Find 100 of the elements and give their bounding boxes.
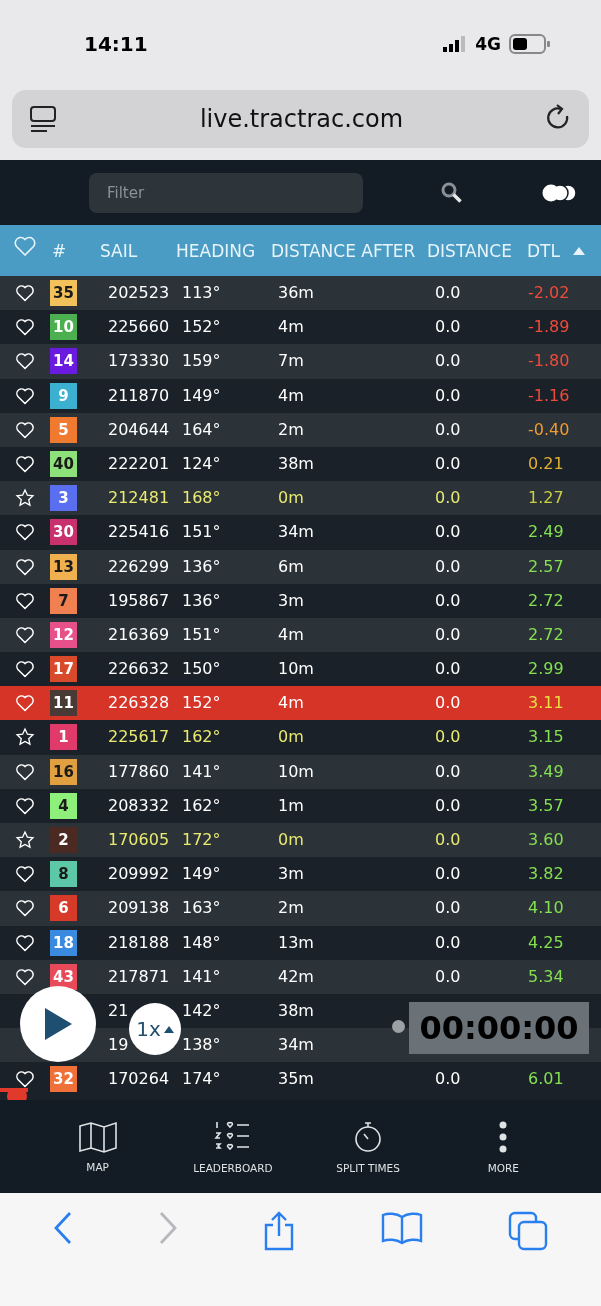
table-row[interactable]: 43 217871 141° 42m 0.0 5.34 bbox=[0, 959, 601, 994]
table-row[interactable]: 11 226328 152° 4m 0.0 3.11 bbox=[0, 686, 601, 721]
heading-value: 148° bbox=[182, 932, 221, 952]
network-label: 4G bbox=[475, 34, 501, 54]
distance-after-value: 2m bbox=[278, 898, 304, 918]
distance-value: 0.0 bbox=[435, 898, 461, 918]
heading-value: 150° bbox=[182, 659, 221, 679]
dtl-value: 2.72 bbox=[528, 590, 564, 610]
sail-number: 170605 bbox=[108, 830, 170, 849]
sail-number: 225416 bbox=[108, 522, 170, 542]
heart-icon[interactable] bbox=[15, 522, 35, 543]
play-icon bbox=[43, 1007, 73, 1041]
dtl-value: 4.10 bbox=[528, 898, 564, 918]
star-icon[interactable] bbox=[15, 488, 35, 509]
filter-field[interactable]: Filter bbox=[89, 172, 363, 213]
heading-value: 141° bbox=[182, 966, 221, 986]
sail-number: 170264 bbox=[108, 1069, 170, 1089]
sail-number: 211870 bbox=[108, 385, 170, 405]
distance-value: 0.0 bbox=[435, 590, 461, 610]
distance-value: 0.0 bbox=[435, 488, 461, 508]
table-row[interactable]: 16 177860 141° 10m 0.0 3.49 bbox=[0, 754, 601, 789]
table-row[interactable]: 14 173330 159° 7m 0.0 -1.80 bbox=[0, 344, 601, 379]
heart-icon[interactable] bbox=[15, 966, 35, 987]
dtl-value: 1.27 bbox=[528, 488, 564, 508]
table-row[interactable]: 35 202523 113° 36m 0.0 -2.02 bbox=[0, 276, 601, 311]
heart-icon[interactable] bbox=[15, 590, 35, 611]
distance-value: 0.0 bbox=[435, 659, 461, 679]
distance-value: 0.0 bbox=[435, 624, 461, 644]
nav-tab[interactable]: MORE bbox=[448, 1118, 559, 1175]
distance-value: 0.0 bbox=[435, 932, 461, 952]
heading-value: 136° bbox=[182, 556, 221, 576]
heart-icon[interactable] bbox=[15, 556, 35, 577]
table-row[interactable]: 5 204644 164° 2m 0.0 -0.40 bbox=[0, 412, 601, 447]
sail-number: 195867 bbox=[108, 590, 170, 610]
heart-icon[interactable] bbox=[15, 453, 35, 474]
boat-number: 2 bbox=[50, 827, 77, 853]
table-row[interactable]: 2 170605 172° 0m 0.0 3.60 bbox=[0, 823, 601, 858]
address-bar[interactable]: live.tractrac.com bbox=[12, 90, 589, 148]
boat-number: 5 bbox=[50, 416, 77, 443]
heart-icon[interactable] bbox=[15, 317, 35, 338]
dtl-value: 3.11 bbox=[528, 693, 564, 713]
heading-value: 152° bbox=[182, 693, 221, 713]
table-row[interactable]: 6 209138 163° 2m 0.0 4.10 bbox=[0, 891, 601, 926]
heart-icon[interactable] bbox=[15, 898, 35, 919]
heading-value: 136° bbox=[182, 590, 221, 610]
boat-number: 16 bbox=[50, 758, 77, 785]
heading-value: 149° bbox=[182, 864, 221, 884]
star-icon[interactable] bbox=[15, 727, 35, 748]
distance-value: 0.0 bbox=[435, 283, 461, 302]
dtl-value: -1.80 bbox=[528, 351, 570, 371]
heart-icon[interactable] bbox=[15, 795, 35, 816]
distance-value: 0.0 bbox=[435, 795, 461, 815]
distance-after-value: 4m bbox=[278, 317, 304, 337]
heart-icon[interactable] bbox=[15, 351, 35, 372]
map-icon bbox=[77, 1120, 118, 1153]
dtl-value: 2.49 bbox=[528, 522, 564, 542]
dtl-value: 3.82 bbox=[528, 864, 564, 884]
heading-value: 141° bbox=[182, 761, 221, 781]
nav-tab[interactable]: LEADERBOARD bbox=[177, 1118, 288, 1175]
heart-icon[interactable] bbox=[15, 761, 35, 782]
status-time: 14:11 bbox=[84, 32, 148, 56]
distance-value: 0.0 bbox=[435, 830, 461, 849]
toggle-dots-icon[interactable] bbox=[541, 182, 577, 203]
search-icon[interactable] bbox=[441, 181, 463, 204]
heart-icon[interactable] bbox=[15, 624, 35, 645]
table-row[interactable]: 3 212481 168° 0m 0.0 1.27 bbox=[0, 481, 601, 516]
boat-number: 11 bbox=[50, 690, 77, 717]
distance-after-value: 35m bbox=[278, 1069, 314, 1089]
dtl-value: -2.02 bbox=[528, 283, 570, 302]
dtl-value: 6.01 bbox=[528, 1069, 564, 1089]
heart-icon[interactable] bbox=[15, 659, 35, 680]
table-row[interactable]: 12 216369 151° 4m 0.0 2.72 bbox=[0, 617, 601, 653]
boat-number: 1 bbox=[50, 724, 77, 751]
boat-number: 18 bbox=[50, 929, 77, 956]
boat-number: 7 bbox=[50, 587, 77, 614]
race-clock: 00:00:00 bbox=[409, 1002, 589, 1054]
sail-number: 19 bbox=[108, 1035, 129, 1055]
sail-number: 173330 bbox=[108, 351, 170, 371]
nav-tab[interactable]: SPLIT TIMES bbox=[313, 1118, 424, 1175]
heading-value: 151° bbox=[182, 522, 221, 542]
heading-value: 152° bbox=[182, 317, 221, 337]
heart-icon[interactable] bbox=[15, 1069, 35, 1090]
distance-after-value: 34m bbox=[278, 1035, 314, 1055]
sail-number: 208332 bbox=[108, 795, 170, 815]
heart-icon[interactable] bbox=[15, 385, 35, 406]
nav-tab[interactable]: MAP bbox=[42, 1119, 153, 1174]
star-icon[interactable] bbox=[15, 830, 35, 850]
heart-icon[interactable] bbox=[15, 864, 35, 885]
dtl-value: 5.34 bbox=[528, 966, 564, 986]
heart-icon[interactable] bbox=[15, 419, 35, 440]
table-row[interactable]: 13 226299 136° 6m 0.0 2.57 bbox=[0, 549, 601, 584]
heading-value: 168° bbox=[182, 488, 221, 508]
heart-icon[interactable] bbox=[15, 283, 35, 303]
more-icon bbox=[498, 1119, 509, 1154]
boat-number: 4 bbox=[50, 792, 77, 819]
heading-value: 149° bbox=[182, 385, 221, 405]
heading-value: 162° bbox=[182, 727, 221, 747]
dtl-value: 3.57 bbox=[528, 795, 564, 815]
heart-icon[interactable] bbox=[15, 932, 35, 953]
distance-after-value: 42m bbox=[278, 966, 314, 986]
